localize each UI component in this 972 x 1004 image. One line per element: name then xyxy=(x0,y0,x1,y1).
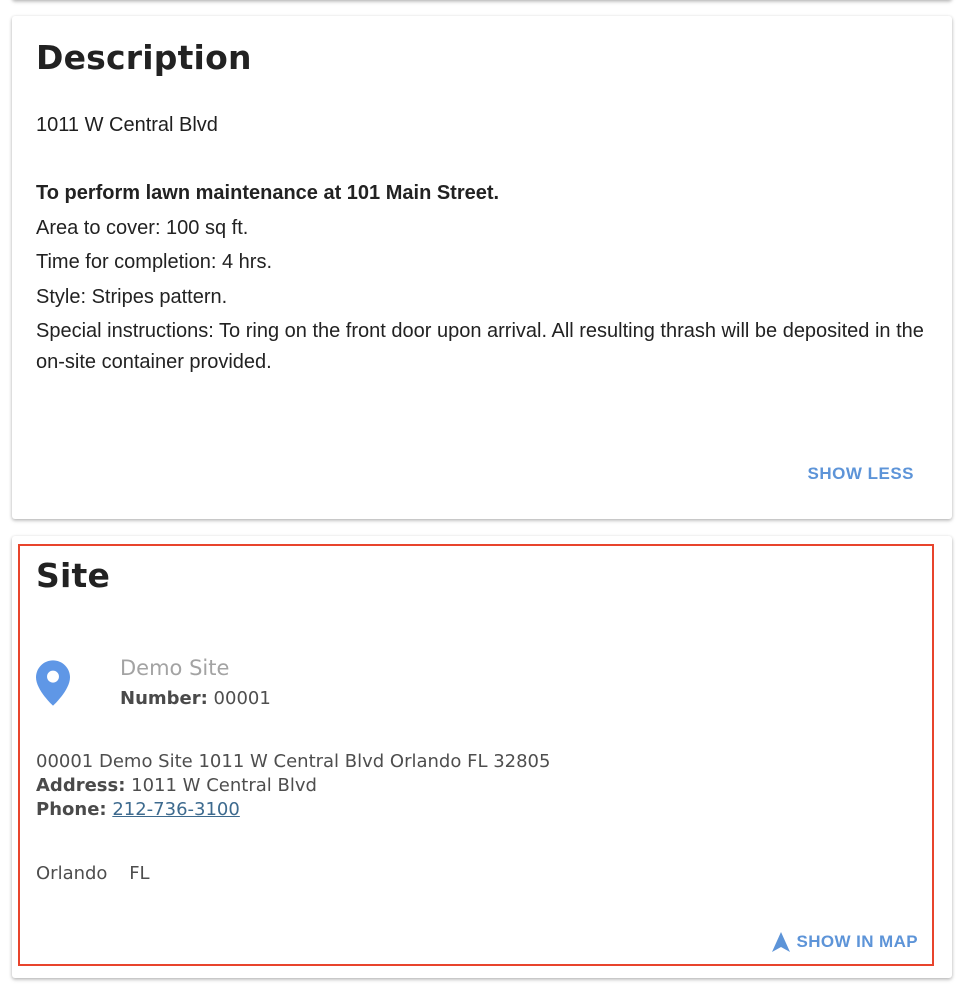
site-number-label: Number: xyxy=(120,688,208,709)
site-phone-label: Phone: xyxy=(36,799,107,820)
site-phone-link[interactable]: 212-736-3100 xyxy=(112,799,240,820)
site-title: Site xyxy=(36,556,111,595)
site-city-state: Orlando FL xyxy=(36,863,150,884)
site-city: Orlando xyxy=(36,863,108,884)
site-full-address: 00001 Demo Site 1011 W Central Blvd Orla… xyxy=(36,751,551,772)
show-in-map-label: SHOW IN MAP xyxy=(796,932,918,951)
site-phone-row: Phone: 212-736-3100 xyxy=(36,798,550,822)
description-area-line: Area to cover: 100 sq ft. xyxy=(36,216,249,239)
show-less-button[interactable]: SHOW LESS xyxy=(807,464,914,484)
site-name: Demo Site xyxy=(120,656,230,680)
description-card: Description 1011 W Central Blvd To perfo… xyxy=(12,16,952,519)
navigation-arrow-icon xyxy=(772,932,791,952)
site-card: Site Demo Site Number: 00001 00001 Demo … xyxy=(12,536,952,978)
description-address: 1011 W Central Blvd xyxy=(36,114,218,136)
site-state: FL xyxy=(129,863,150,884)
site-address-row: Address: 1011 W Central Blvd xyxy=(36,774,550,798)
map-pin-icon xyxy=(36,660,70,706)
site-number-value: 00001 xyxy=(213,688,271,709)
show-in-map-button[interactable]: SHOW IN MAP xyxy=(772,932,918,952)
description-time-line: Time for completion: 4 hrs. xyxy=(36,251,273,273)
description-title: Description xyxy=(36,38,252,77)
site-address-label: Address: xyxy=(36,775,126,796)
site-info: 00001 Demo Site 1011 W Central Blvd Orla… xyxy=(36,750,550,822)
description-body: To perform lawn maintenance at 101 Main … xyxy=(36,176,936,378)
site-number: Number: 00001 xyxy=(120,688,271,709)
description-lead: To perform lawn maintenance at 101 Main … xyxy=(36,182,500,204)
site-address-value: 1011 W Central Blvd xyxy=(131,775,317,796)
description-style-line: Style: Stripes pattern. xyxy=(36,285,228,308)
description-instructions-line: Special instructions: To ring on the fro… xyxy=(36,320,924,373)
